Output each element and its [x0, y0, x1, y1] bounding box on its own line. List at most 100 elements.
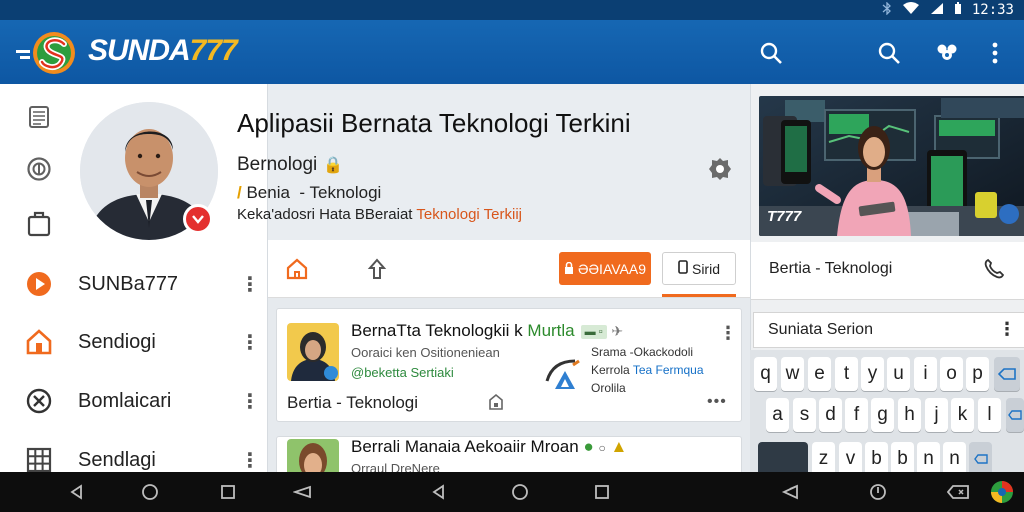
- phone-icon[interactable]: [983, 258, 1005, 280]
- more-vert-icon[interactable]: ⋮: [240, 272, 260, 297]
- key-t[interactable]: t: [835, 357, 858, 391]
- key-f[interactable]: f: [845, 398, 868, 432]
- more-vert-icon[interactable]: ⋮: [719, 323, 737, 344]
- more-vert-icon[interactable]: ⋮: [240, 389, 260, 414]
- shift-key[interactable]: [758, 442, 808, 476]
- sidebar-item-label: Sendlagi: [78, 448, 156, 471]
- post-thumbnail[interactable]: [287, 323, 339, 381]
- bookmark-icon[interactable]: [487, 393, 507, 413]
- home-icon[interactable]: [284, 256, 310, 282]
- sidebar-item-bomlaicari[interactable]: Bomlaicari ⋮: [0, 373, 268, 429]
- key-h[interactable]: h: [898, 398, 921, 432]
- tag-key[interactable]: [969, 442, 992, 476]
- hero-caption-row: Bertia - Teknologi: [751, 242, 1024, 300]
- follow-button[interactable]: ƏƏIAVAA9: [559, 252, 651, 285]
- more-horiz-icon[interactable]: •••: [707, 393, 727, 411]
- key-i[interactable]: i: [914, 357, 937, 391]
- key-n[interactable]: n: [943, 442, 966, 476]
- home-circle-icon[interactable]: [510, 482, 530, 502]
- app-switcher-logo-icon[interactable]: [990, 480, 1014, 504]
- more-vert-icon[interactable]: ⋮: [240, 330, 260, 355]
- message-button[interactable]: Sirid: [662, 252, 736, 285]
- more-vert-icon[interactable]: [980, 38, 1010, 68]
- post-title-text: BernaTta Teknologkii k: [351, 321, 523, 340]
- block-icon: [24, 386, 54, 416]
- sidebar-item-sendiogi[interactable]: Sendiogi ⋮: [0, 314, 268, 370]
- system-nav-bar: [0, 472, 1024, 512]
- back-icon[interactable]: [66, 482, 86, 502]
- backspace-icon: [1008, 410, 1022, 420]
- home-icon: [24, 327, 54, 357]
- key-b[interactable]: b: [865, 442, 888, 476]
- key-d[interactable]: d: [819, 398, 842, 432]
- brand-logo-icon[interactable]: [16, 30, 78, 76]
- key-e[interactable]: e: [808, 357, 831, 391]
- back-icon[interactable]: [292, 482, 312, 502]
- gear-icon[interactable]: [707, 156, 733, 182]
- sidebar-item-label: SUNBa777: [78, 272, 179, 295]
- post-handle[interactable]: @beketta Sertiaki: [351, 365, 454, 380]
- power-icon[interactable]: [868, 482, 888, 502]
- recents-icon[interactable]: [218, 482, 238, 502]
- key-p[interactable]: p: [966, 357, 989, 391]
- document-icon[interactable]: [24, 102, 54, 132]
- app-bar: SUNDA777: [0, 20, 1024, 84]
- key-y[interactable]: y: [861, 357, 884, 391]
- active-tab-indicator: [662, 294, 736, 297]
- key-b[interactable]: b: [891, 442, 914, 476]
- keyboard-hide-icon[interactable]: [946, 482, 970, 502]
- shopping-bag-icon[interactable]: [24, 208, 54, 238]
- key-a[interactable]: a: [766, 398, 789, 432]
- key-v[interactable]: v: [839, 442, 862, 476]
- key-j[interactable]: j: [925, 398, 948, 432]
- flame-icon: ▲: [610, 437, 628, 456]
- brand-name: SUNDA777: [88, 34, 238, 68]
- back-icon[interactable]: [428, 482, 448, 502]
- post-meta: Ooraici ken Ositioneniean: [351, 345, 500, 360]
- search-icon[interactable]: [874, 38, 904, 68]
- post-tag: ▬ ▫: [580, 324, 607, 339]
- post-side-foot: Orolila: [591, 381, 626, 395]
- key-q[interactable]: q: [754, 357, 777, 391]
- backspace-key[interactable]: [994, 357, 1020, 391]
- message-button-label: Sirid: [691, 260, 720, 277]
- feed-card[interactable]: BernaTta Teknologkii k Murtla ▬ ▫ ✈ Oorai…: [276, 308, 742, 422]
- bluetooth-icon: [882, 1, 892, 18]
- sidebar: SUNBa777 ⋮ Sendiogi ⋮ Bomlaicari ⋮ Sendl…: [0, 84, 268, 473]
- key-o[interactable]: o: [940, 357, 963, 391]
- search-section-header[interactable]: Suniata Serion ⋮: [753, 312, 1024, 348]
- key-s[interactable]: s: [793, 398, 816, 432]
- home-circle-icon[interactable]: [140, 482, 160, 502]
- post-side-a: Kerrola: [591, 363, 630, 377]
- recents-icon[interactable]: [592, 482, 612, 502]
- key-z[interactable]: z: [812, 442, 835, 476]
- key-w[interactable]: w: [781, 357, 804, 391]
- verified-badge-icon: [183, 204, 213, 234]
- more-vert-icon[interactable]: ⋮: [998, 319, 1016, 340]
- coin-icon[interactable]: [24, 154, 54, 184]
- post-title[interactable]: BernaTta Teknologkii k Murtla ▬ ▫ ✈: [351, 321, 623, 341]
- profile-toolbar: ƏƏIAVAA9 Sirid: [268, 240, 750, 298]
- more-vert-icon[interactable]: ⋮: [240, 448, 260, 473]
- enter-key[interactable]: [1006, 398, 1024, 432]
- post-title[interactable]: Berrali Manaia Aekoaiir Mroan ● ○ ▲: [351, 437, 627, 457]
- brand-text: SUNDA: [88, 34, 191, 67]
- follow-button-label: ƏƏIAVAA9: [577, 260, 647, 277]
- tagline-main: Keka'adosri Hata BBeraiat: [237, 206, 413, 223]
- share-icon[interactable]: [364, 256, 390, 282]
- brand-number: 777: [189, 34, 238, 67]
- key-n[interactable]: n: [917, 442, 940, 476]
- hero-image[interactable]: T777: [759, 96, 1024, 236]
- lock-icon: [564, 261, 574, 277]
- category-name: - Teknologi: [299, 183, 382, 202]
- key-l[interactable]: l: [978, 398, 1001, 432]
- key-k[interactable]: k: [951, 398, 974, 432]
- sidebar-item-sunba777[interactable]: SUNBa777 ⋮: [0, 256, 268, 312]
- feed-card[interactable]: Berrali Manaia Aekoaiir Mroan ● ○ ▲ Orra…: [276, 436, 742, 477]
- search-icon[interactable]: [756, 38, 786, 68]
- back-icon[interactable]: [780, 482, 800, 502]
- lock-icon: 🔒: [323, 157, 344, 174]
- key-g[interactable]: g: [871, 398, 894, 432]
- key-u[interactable]: u: [887, 357, 910, 391]
- people-icon[interactable]: [932, 38, 962, 68]
